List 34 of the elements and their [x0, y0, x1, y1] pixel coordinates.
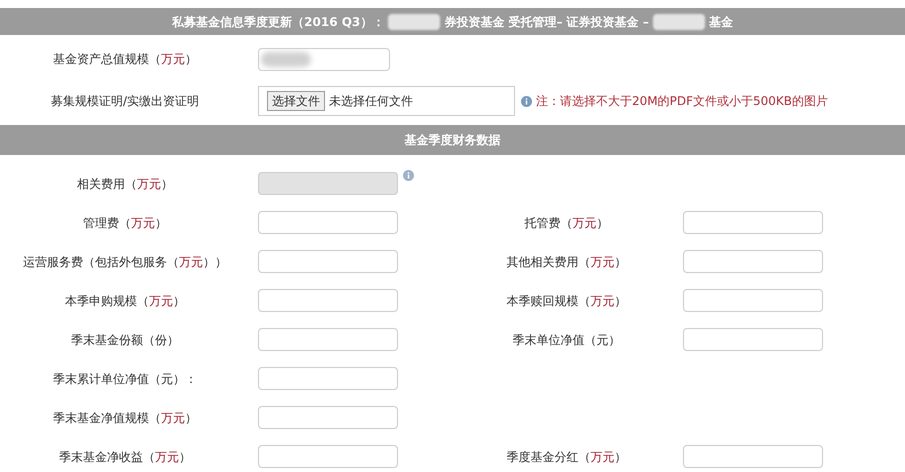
- title-bar: 私募基金信息季度更新（2016 Q3）： 券投资基金 受托管理– 证券投资基金 – 基金: [0, 8, 905, 35]
- note-text: 注：请选择不大于20M的PDF文件或小于500KB的图片: [536, 93, 828, 110]
- field-label: 相关费用（万元）: [77, 176, 173, 190]
- field-label: 管理费（万元）: [83, 216, 167, 230]
- field-label: 季末单位净值（元）: [512, 332, 620, 346]
- input-field[interactable]: [258, 445, 398, 468]
- file-input[interactable]: 选择文件 未选择任何文件: [258, 86, 515, 116]
- input-field[interactable]: [258, 328, 398, 351]
- input-field[interactable]: [258, 250, 398, 273]
- input-field[interactable]: [683, 328, 823, 351]
- field-label: 季末基金净收益（万元）: [59, 450, 191, 464]
- field-label: 运营服务费（包括外包服务（万元））: [23, 254, 227, 268]
- input-field[interactable]: [258, 367, 398, 390]
- field-label: 其他相关费用（万元）: [506, 254, 626, 268]
- input-field[interactable]: [683, 211, 823, 234]
- section-header: 基金季度财务数据: [0, 125, 905, 155]
- info-icon: [521, 96, 532, 106]
- input-field[interactable]: [258, 406, 398, 429]
- input-field[interactable]: [683, 445, 823, 468]
- field-label: 季末基金净值规模（万元）: [53, 410, 197, 424]
- field-label: 季末基金份额（份）: [71, 332, 179, 346]
- field-label: 托管费（万元）: [524, 216, 608, 230]
- field-label: 季末累计单位净值（元）：: [53, 372, 197, 386]
- choose-file-button[interactable]: 选择文件: [267, 91, 325, 111]
- field-label: 募集规模证明/实缴出资证明: [50, 94, 200, 108]
- input-field[interactable]: [683, 289, 823, 312]
- input-field[interactable]: [683, 250, 823, 273]
- field-label: 基金资产总值规模（万元）: [53, 52, 197, 66]
- field-label: 本季赎回规模（万元）: [506, 294, 626, 308]
- field-label: 季度基金分红（万元）: [506, 450, 626, 464]
- field-label: 本季申购规模（万元）: [65, 294, 185, 308]
- input-field[interactable]: [258, 48, 390, 70]
- input-field[interactable]: [258, 289, 398, 312]
- input-field[interactable]: [258, 211, 398, 234]
